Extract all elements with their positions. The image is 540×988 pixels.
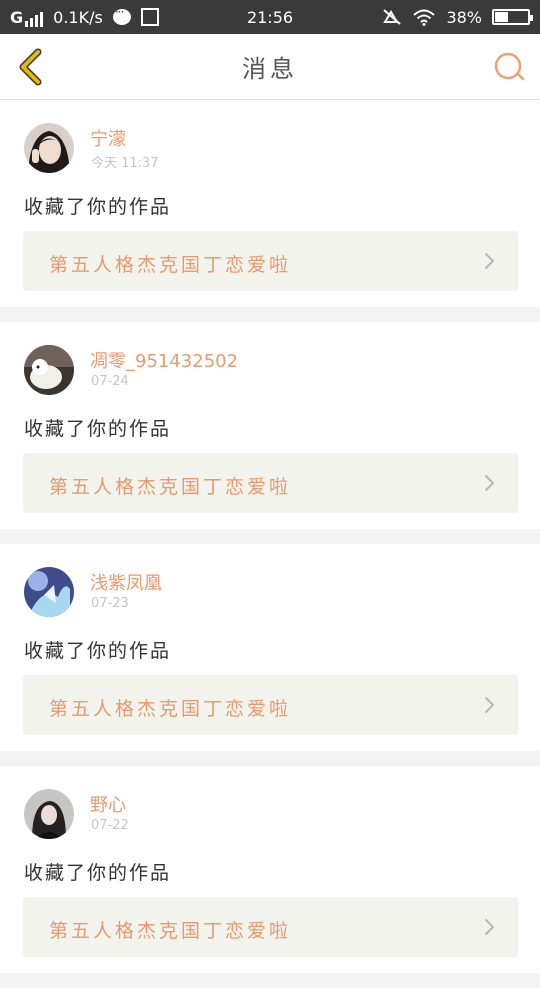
search-icon — [494, 52, 525, 81]
mute-icon — [383, 9, 402, 25]
message-list: 宁濛 今天 11:37 收藏了你的作品 第五人格杰克国丁恋爱啦 凋零_95143… — [0, 100, 540, 988]
network-speed: 0.1K/s — [53, 7, 103, 27]
chevron-right-icon — [485, 253, 494, 269]
app-header: 消息 — [0, 34, 540, 100]
message-card: 野心 07-22 收藏了你的作品 第五人格杰克国丁恋爱啦 — [0, 766, 540, 973]
work-title: 第五人格杰克国丁恋爱啦 — [49, 254, 292, 276]
avatar[interactable] — [24, 567, 74, 617]
timestamp: 07-24 — [91, 374, 129, 389]
signal-icon — [25, 11, 44, 27]
timestamp: 07-22 — [91, 818, 129, 833]
username[interactable]: 野心 — [90, 791, 126, 817]
chevron-left-icon — [19, 48, 42, 86]
action-text: 收藏了你的作品 — [24, 418, 172, 440]
carrier-label: G — [10, 7, 24, 27]
screenshot-icon — [140, 8, 159, 26]
page-title: 消息 — [242, 55, 298, 83]
work-link[interactable]: 第五人格杰克国丁恋爱啦 — [23, 675, 518, 735]
chat-icon — [112, 5, 131, 25]
chevron-right-icon — [485, 475, 494, 491]
chevron-right-icon — [485, 697, 494, 713]
back-button[interactable] — [14, 48, 50, 86]
work-link[interactable]: 第五人格杰克国丁恋爱啦 — [23, 453, 518, 513]
action-text: 收藏了你的作品 — [24, 640, 172, 662]
message-card: 凋零_951432502 07-24 收藏了你的作品 第五人格杰克国丁恋爱啦 — [0, 322, 540, 529]
timestamp: 07-23 — [91, 596, 129, 611]
work-title: 第五人格杰克国丁恋爱啦 — [49, 698, 292, 720]
work-link[interactable]: 第五人格杰克国丁恋爱啦 — [23, 231, 518, 291]
work-title: 第五人格杰克国丁恋爱啦 — [49, 920, 292, 942]
work-title: 第五人格杰克国丁恋爱啦 — [49, 476, 292, 498]
search-button[interactable] — [492, 50, 526, 84]
username[interactable]: 浅紫凤凰 — [90, 569, 162, 595]
message-card: 宁濛 今天 11:37 收藏了你的作品 第五人格杰克国丁恋爱啦 — [0, 100, 540, 307]
chevron-right-icon — [485, 919, 494, 935]
wifi-icon — [413, 9, 436, 26]
signal-indicator: G — [10, 7, 44, 27]
battery-icon — [492, 9, 533, 25]
avatar[interactable] — [24, 789, 74, 839]
username[interactable]: 凋零_951432502 — [90, 347, 238, 373]
action-text: 收藏了你的作品 — [24, 862, 172, 884]
work-link[interactable]: 第五人格杰克国丁恋爱啦 — [23, 897, 518, 957]
username[interactable]: 宁濛 — [90, 125, 126, 151]
avatar[interactable] — [24, 123, 74, 173]
avatar[interactable] — [24, 345, 74, 395]
clock: 21:56 — [246, 7, 294, 27]
battery-percent: 38% — [446, 7, 482, 27]
status-bar: G 0.1K/s 21:56 38% — [0, 0, 540, 34]
action-text: 收藏了你的作品 — [24, 196, 172, 218]
message-card: 浅紫凤凰 07-23 收藏了你的作品 第五人格杰克国丁恋爱啦 — [0, 544, 540, 751]
timestamp: 今天 11:37 — [91, 156, 159, 171]
